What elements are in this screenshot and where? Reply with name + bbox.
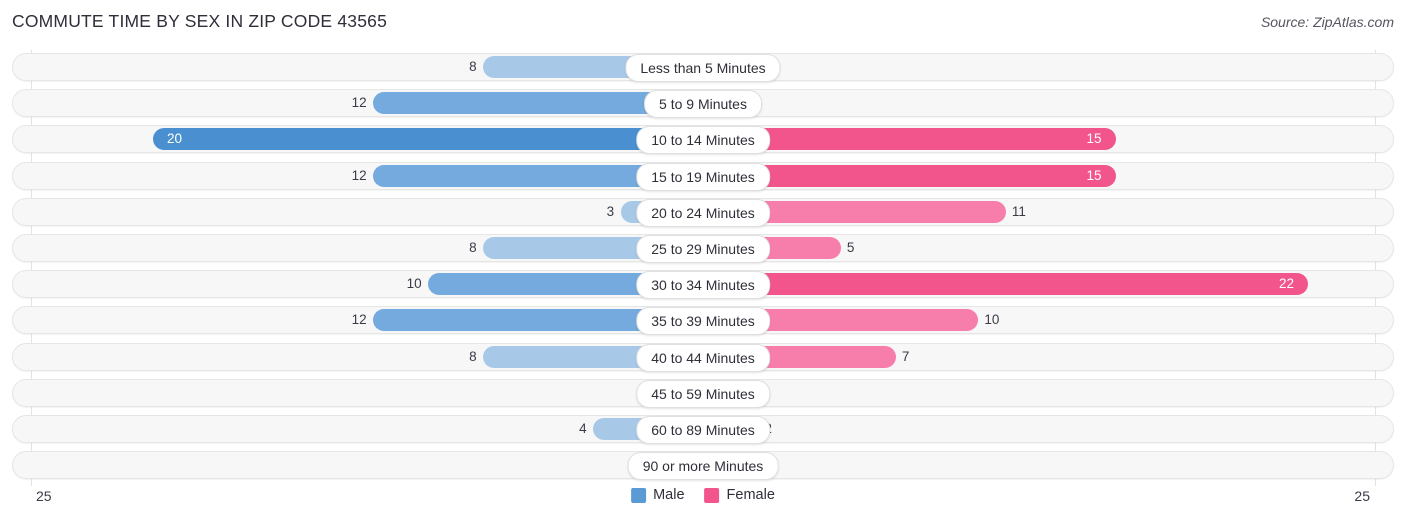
bar-value-female: 7	[901, 348, 910, 364]
chart-footer: 25 Male Female 25	[0, 484, 1406, 523]
bar-value-male: 4	[579, 420, 587, 436]
bar-row: 12 15 15 to 19 Minutes	[0, 159, 1406, 195]
bar-value-male: 10	[406, 276, 422, 292]
chart-plot-area: 80Less than 5 Minutes1215 to 9 Minutes20…	[0, 50, 1406, 486]
bar-value-male: 12	[351, 312, 367, 328]
bar-row: 20 15 10 to 14 Minutes	[0, 122, 1406, 158]
legend-label-male: Male	[653, 487, 685, 503]
category-label: 45 to 59 Minutes	[636, 379, 770, 408]
bar-male[interactable]	[152, 128, 703, 151]
bar-row: 10 22 30 to 34 Minutes	[0, 267, 1406, 303]
category-label: 60 to 89 Minutes	[636, 415, 770, 444]
bar-row: 80Less than 5 Minutes	[0, 50, 1406, 86]
bar-value-male: 12	[351, 95, 367, 111]
category-label: 5 to 9 Minutes	[644, 90, 762, 119]
bar-female[interactable]	[703, 273, 1309, 296]
bar-row: 4260 to 89 Minutes	[0, 412, 1406, 448]
category-label: 15 to 19 Minutes	[636, 162, 770, 191]
bar-value-male: 20	[167, 131, 183, 147]
category-label: Less than 5 Minutes	[625, 54, 781, 82]
category-label: 30 to 34 Minutes	[636, 271, 770, 300]
bar-row: 3 11 20 to 24 Minutes	[0, 195, 1406, 231]
legend-swatch-female-icon	[704, 487, 720, 503]
bar-value-male: 3	[606, 203, 615, 219]
legend-item-male[interactable]: Male	[631, 487, 685, 503]
source-attribution: Source: ZipAtlas.com	[1260, 14, 1394, 30]
category-label: 40 to 44 Minutes	[636, 343, 770, 372]
bar-value-male: 8	[469, 348, 477, 364]
bar-row: 1215 to 9 Minutes	[0, 86, 1406, 122]
bar-value-female: 10	[984, 312, 1000, 328]
bar-value-male: 12	[351, 167, 367, 183]
category-label: 25 to 29 Minutes	[636, 234, 770, 263]
chart-legend: Male Female	[631, 487, 775, 503]
category-label: 90 or more Minutes	[627, 452, 779, 481]
bar-row: 12 10 35 to 39 Minutes	[0, 303, 1406, 339]
page-title: COMMUTE TIME BY SEX IN ZIP CODE 43565	[12, 11, 388, 31]
bar-value-female: 15	[1086, 131, 1102, 147]
axis-max-label: 25	[1354, 488, 1370, 504]
legend-label-female: Female	[726, 487, 775, 503]
bar-value-female: 22	[1278, 276, 1294, 292]
bar-row: 1045 to 59 Minutes	[0, 376, 1406, 412]
bar-row: 8 5 25 to 29 Minutes	[0, 231, 1406, 267]
bar-value-male: 8	[469, 59, 477, 74]
category-label: 20 to 24 Minutes	[636, 198, 770, 227]
bar-value-female: 5	[846, 239, 855, 255]
bar-value-female: 11	[1011, 203, 1026, 219]
category-label: 10 to 14 Minutes	[636, 126, 770, 155]
bar-value-male: 8	[469, 239, 477, 255]
bar-value-female: 15	[1086, 167, 1102, 183]
bar-rows: 80Less than 5 Minutes1215 to 9 Minutes20…	[0, 50, 1406, 484]
legend-swatch-male-icon	[631, 487, 647, 503]
axis-min-label: 25	[36, 488, 52, 504]
chart-header: COMMUTE TIME BY SEX IN ZIP CODE 43565 So…	[0, 0, 1406, 42]
bar-row: 2290 or more Minutes	[0, 448, 1406, 484]
category-label: 35 to 39 Minutes	[636, 307, 770, 336]
legend-item-female[interactable]: Female	[704, 487, 775, 503]
bar-row: 8 7 40 to 44 Minutes	[0, 340, 1406, 376]
